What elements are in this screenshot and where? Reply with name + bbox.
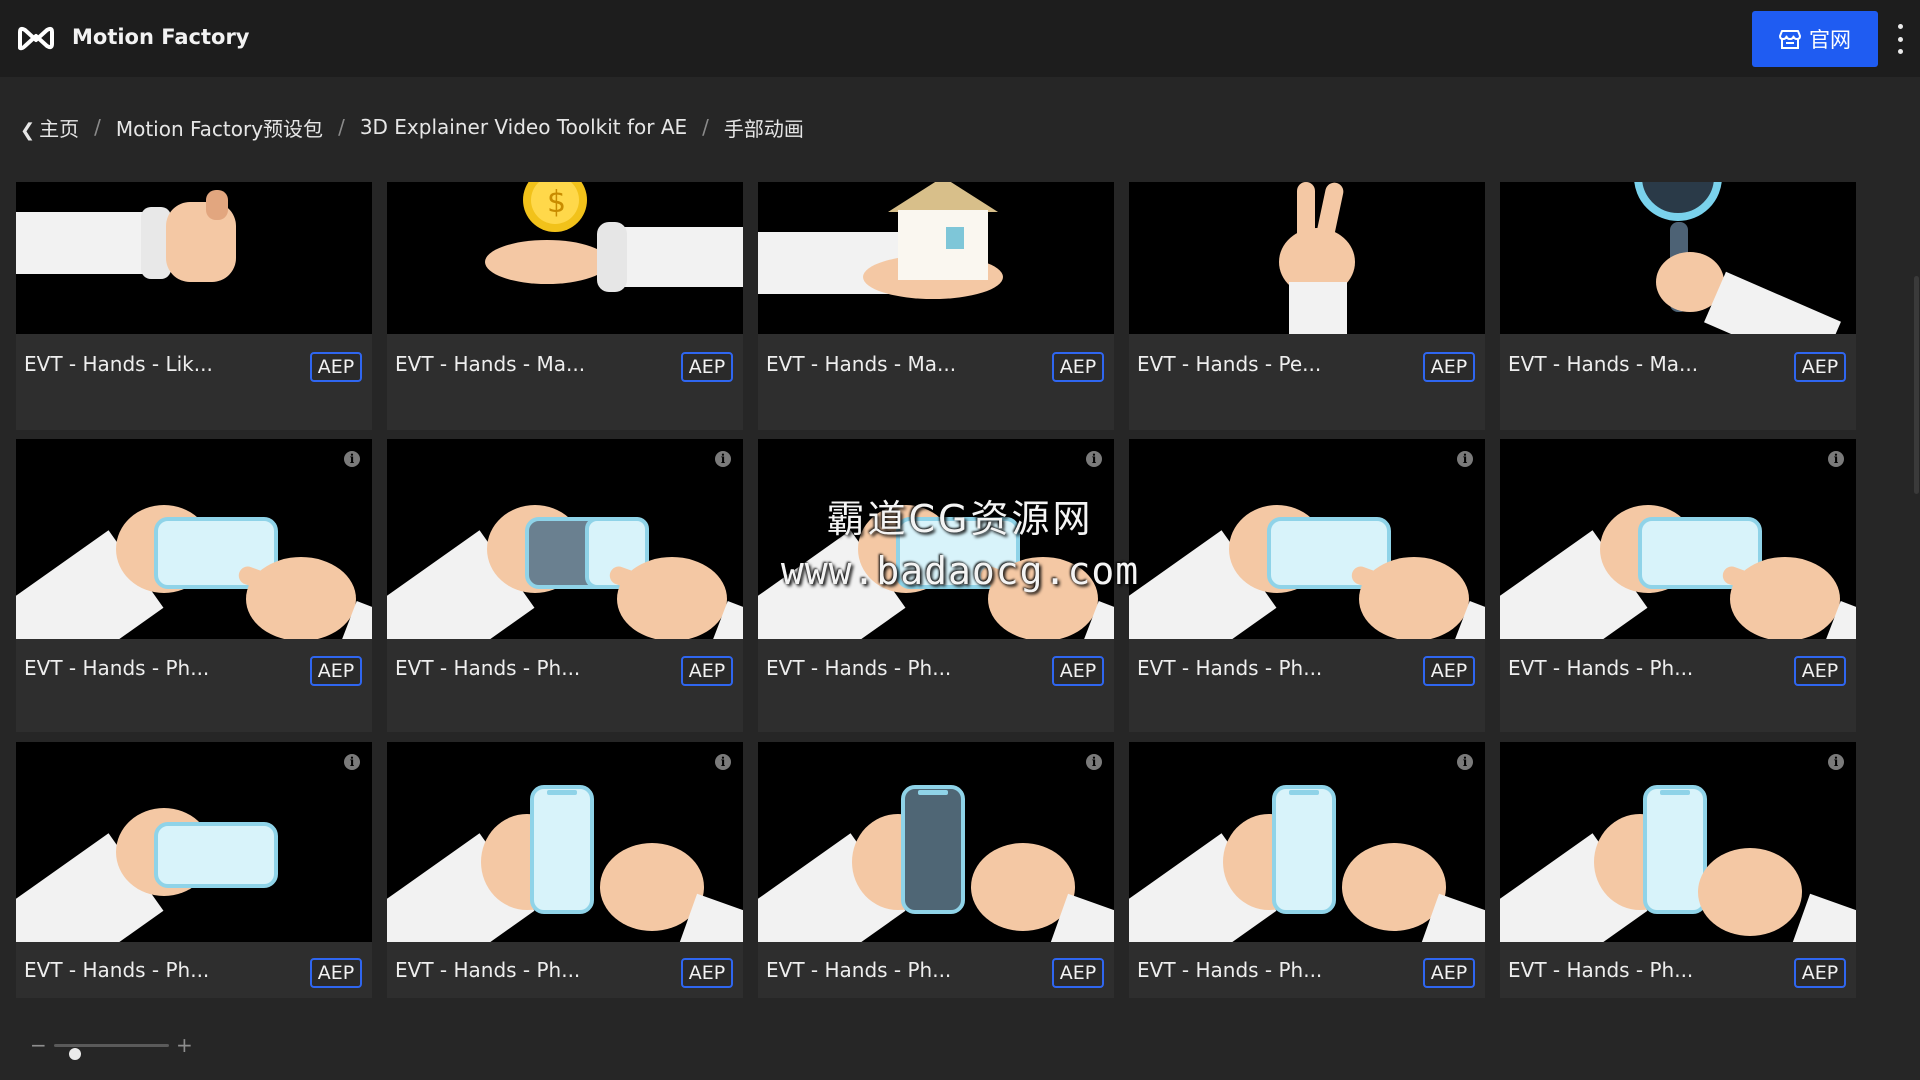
asset-card[interactable]: i EVT - Hands - Ph... AEP	[16, 742, 372, 998]
zoom-out-button[interactable]: −	[30, 1035, 47, 1055]
breadcrumb-home-label: 主页	[39, 116, 80, 141]
asset-thumbnail[interactable]: i	[758, 439, 1114, 639]
asset-thumbnail[interactable]	[758, 182, 1114, 334]
asset-thumbnail[interactable]: i	[16, 742, 372, 942]
asset-thumbnail[interactable]: i	[1129, 742, 1485, 942]
asset-title: EVT - Hands - Ph...	[24, 656, 210, 680]
asset-thumbnail[interactable]	[1129, 182, 1485, 334]
breadcrumb-home[interactable]: ❮ 主页	[20, 113, 79, 142]
motion-factory-logo-icon[interactable]	[16, 22, 56, 54]
official-site-button[interactable]: 官网	[1752, 11, 1878, 67]
aep-badge: AEP	[1794, 352, 1846, 382]
asset-title: EVT - Hands - Pe...	[1137, 352, 1322, 376]
chevron-left-icon: ❮	[20, 119, 36, 141]
asset-card[interactable]: EVT - Hands - Lik... AEP	[16, 182, 372, 430]
store-icon	[1779, 28, 1801, 50]
asset-title: EVT - Hands - Lik...	[24, 352, 213, 376]
official-site-label: 官网	[1809, 28, 1851, 52]
breadcrumb-current: 手部动画	[723, 116, 804, 141]
breadcrumb-preset-pack[interactable]: Motion Factory预设包	[116, 113, 323, 142]
info-icon[interactable]: i	[344, 754, 360, 770]
asset-thumbnail[interactable]	[16, 182, 372, 334]
asset-thumbnail[interactable]: i	[1500, 742, 1856, 942]
aep-badge: AEP	[1423, 958, 1475, 988]
asset-card[interactable]: EVT - Hands - Ma... AEP	[758, 182, 1114, 430]
svg-text:$: $	[547, 185, 566, 220]
aep-badge: AEP	[310, 656, 362, 686]
top-bar: Motion Factory 官网	[0, 0, 1920, 77]
asset-title: EVT - Hands - Ph...	[24, 958, 210, 982]
aep-badge: AEP	[681, 656, 733, 686]
zoom-slider-track[interactable]	[54, 1044, 169, 1060]
asset-title: EVT - Hands - Ma...	[766, 352, 957, 376]
info-icon[interactable]: i	[715, 754, 731, 770]
asset-title: EVT - Hands - Ph...	[395, 656, 581, 680]
asset-title: EVT - Hands - Ph...	[766, 656, 952, 680]
asset-title: EVT - Hands - Ph...	[1137, 958, 1323, 982]
breadcrumb-toolkit[interactable]: 3D Explainer Video Toolkit for AE	[360, 115, 687, 139]
asset-card[interactable]: i EVT - Hands - Ph... AEP	[387, 742, 743, 998]
asset-title: EVT - Hands - Ma...	[395, 352, 586, 376]
aep-badge: AEP	[1052, 958, 1104, 988]
asset-title: EVT - Hands - Ph...	[395, 958, 581, 982]
asset-thumbnail[interactable]: i	[387, 439, 743, 639]
info-icon[interactable]: i	[1086, 451, 1102, 467]
asset-card[interactable]: EVT - Hands - Pe... AEP	[1129, 182, 1485, 430]
asset-title: EVT - Hands - Ph...	[1137, 656, 1323, 680]
asset-title: EVT - Hands - Ph...	[1508, 656, 1694, 680]
aep-badge: AEP	[1423, 352, 1475, 382]
zoom-control: − +	[30, 1035, 200, 1060]
app-title: Motion Factory	[72, 25, 250, 49]
breadcrumb-separator: /	[338, 115, 345, 139]
asset-card[interactable]: $ EVT - Hands - Ma... AEP	[387, 182, 743, 430]
aep-badge: AEP	[1052, 352, 1104, 382]
info-icon[interactable]: i	[344, 451, 360, 467]
asset-thumbnail[interactable]: i	[16, 439, 372, 639]
zoom-slider-handle[interactable]	[68, 1048, 81, 1060]
zoom-in-button[interactable]: +	[176, 1035, 193, 1055]
asset-title: EVT - Hands - Ma...	[1508, 352, 1699, 376]
aep-badge: AEP	[1794, 958, 1846, 988]
asset-title: EVT - Hands - Ph...	[766, 958, 952, 982]
asset-grid: EVT - Hands - Lik... AEP $ EVT - Hands - …	[16, 182, 1857, 998]
info-icon[interactable]: i	[1828, 451, 1844, 467]
breadcrumb-separator: /	[702, 115, 709, 139]
info-icon[interactable]: i	[715, 451, 731, 467]
info-icon[interactable]: i	[1457, 754, 1473, 770]
asset-card[interactable]: i EVT - Hands - Ph... AEP	[1500, 439, 1856, 732]
info-icon[interactable]: i	[1457, 451, 1473, 467]
asset-thumbnail[interactable]: i	[387, 742, 743, 942]
info-icon[interactable]: i	[1828, 754, 1844, 770]
asset-card[interactable]: EVT - Hands - Ma... AEP	[1500, 182, 1856, 430]
asset-thumbnail[interactable]	[1500, 182, 1856, 334]
asset-thumbnail[interactable]: $	[387, 182, 743, 334]
aep-badge: AEP	[310, 958, 362, 988]
breadcrumb: ❮ 主页 / Motion Factory预设包 / 3D Explainer V…	[20, 112, 804, 142]
asset-thumbnail[interactable]: i	[758, 742, 1114, 942]
aep-badge: AEP	[1423, 656, 1475, 686]
aep-badge: AEP	[681, 352, 733, 382]
aep-badge: AEP	[310, 352, 362, 382]
asset-card[interactable]: i EVT - Hands - Ph... AEP	[1129, 742, 1485, 998]
asset-card[interactable]: i EVT - Hands - Ph... AEP	[387, 439, 743, 732]
aep-badge: AEP	[1794, 656, 1846, 686]
breadcrumb-separator: /	[94, 115, 101, 139]
kebab-menu-icon[interactable]	[1888, 24, 1912, 54]
aep-badge: AEP	[681, 958, 733, 988]
aep-badge: AEP	[1052, 656, 1104, 686]
asset-title: EVT - Hands - Ph...	[1508, 958, 1694, 982]
asset-thumbnail[interactable]: i	[1500, 439, 1856, 639]
info-icon[interactable]: i	[1086, 754, 1102, 770]
asset-card[interactable]: i EVT - Hands - Ph... AEP	[16, 439, 372, 732]
asset-card[interactable]: i EVT - Hands - Ph... AEP	[1500, 742, 1856, 998]
scrollbar[interactable]	[1914, 276, 1919, 494]
asset-card[interactable]: i EVT - Hands - Ph... AEP	[758, 439, 1114, 732]
asset-thumbnail[interactable]: i	[1129, 439, 1485, 639]
asset-card[interactable]: i EVT - Hands - Ph... AEP	[1129, 439, 1485, 732]
asset-card[interactable]: i EVT - Hands - Ph... AEP	[758, 742, 1114, 998]
